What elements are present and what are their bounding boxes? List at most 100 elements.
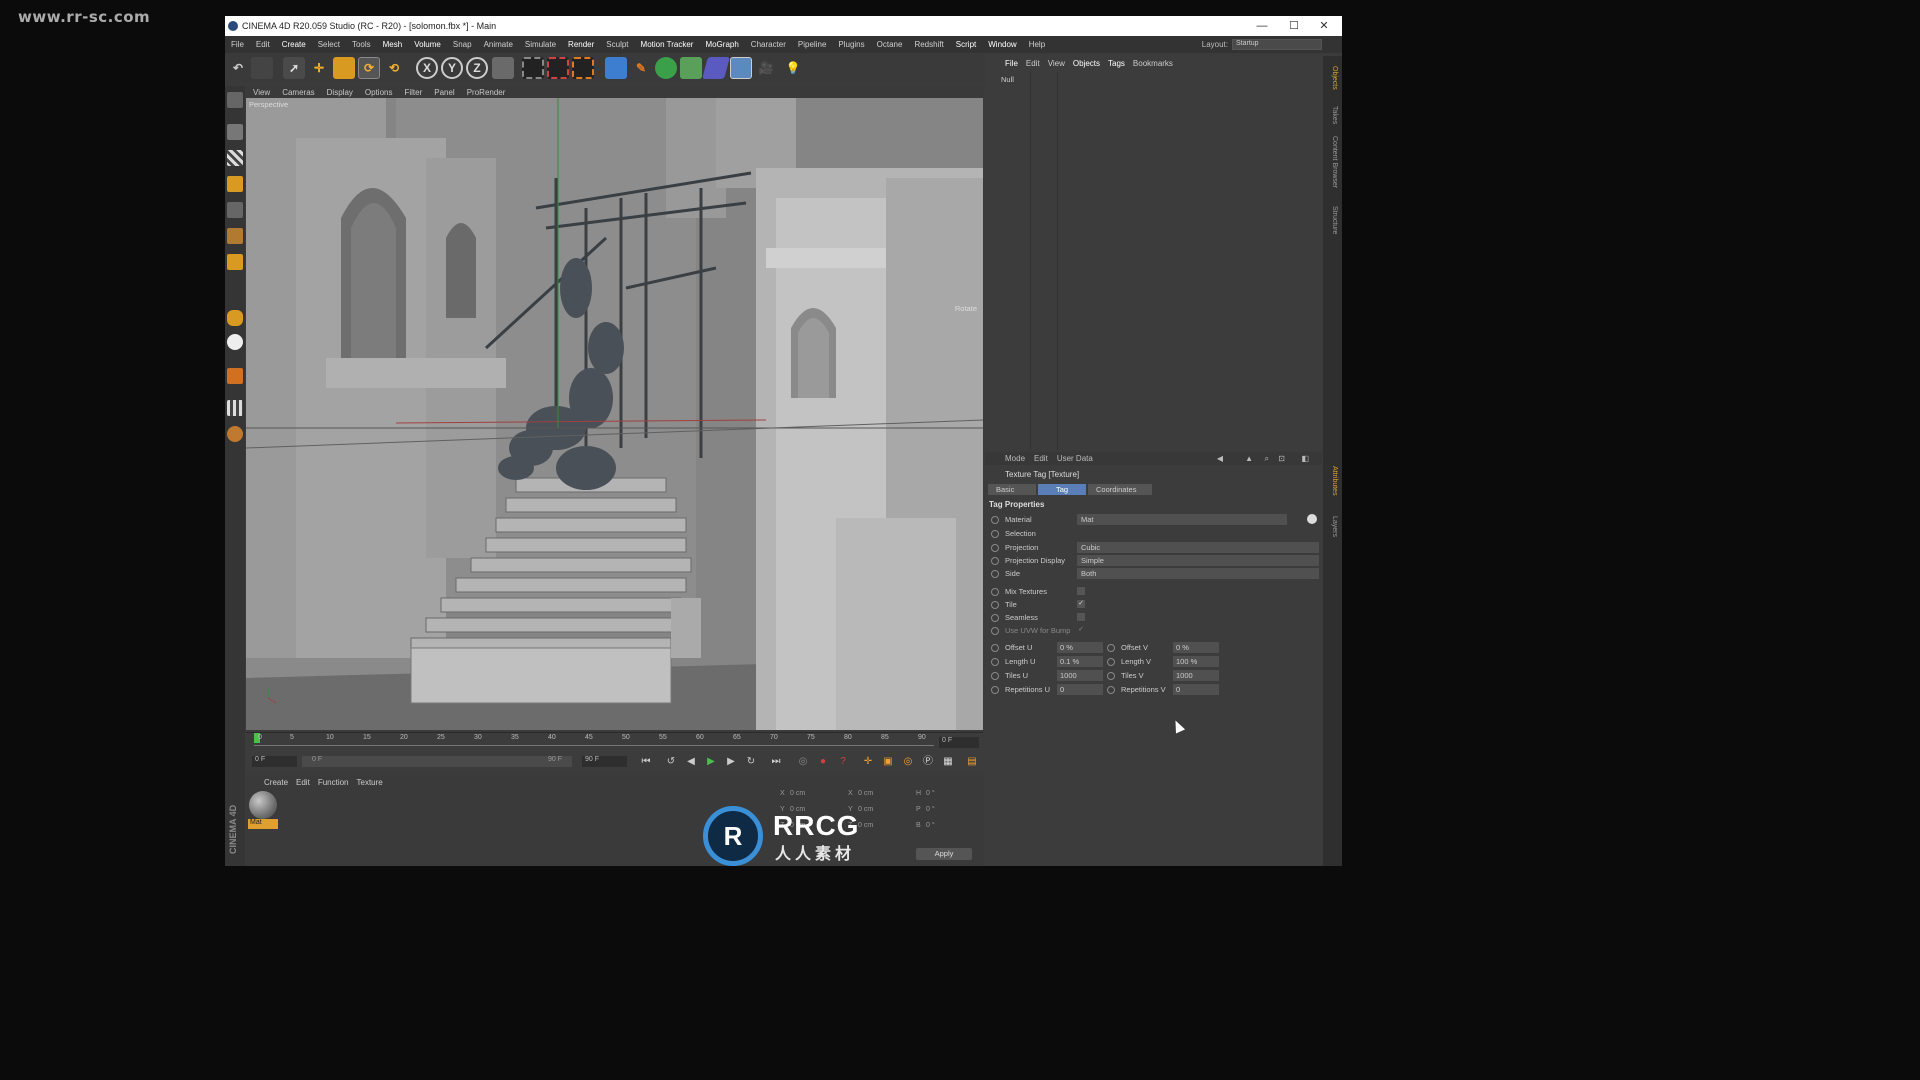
tab-attributes[interactable]: Attributes xyxy=(1326,466,1338,496)
previous-key-icon[interactable]: ↺ xyxy=(664,755,678,769)
coord-size-x[interactable]: 0 cm xyxy=(858,790,873,797)
scheme-menu-icon[interactable]: ▤ xyxy=(965,755,979,769)
camera-icon[interactable]: 🎥 xyxy=(755,57,777,79)
menu-volume[interactable]: Volume xyxy=(408,40,447,49)
move-icon[interactable]: ✛ xyxy=(308,57,330,79)
om-menu-tags[interactable]: Tags xyxy=(1108,59,1133,68)
menu-snap[interactable]: Snap xyxy=(447,40,478,49)
workplane-lock-icon[interactable] xyxy=(227,400,243,416)
attr-menu-user-data[interactable]: User Data xyxy=(1057,454,1102,463)
tab-takes[interactable]: Takes xyxy=(1326,106,1338,124)
menu-tools[interactable]: Tools xyxy=(346,40,377,49)
previous-frame-icon[interactable]: ◀ xyxy=(684,755,698,769)
om-menu-objects[interactable]: Objects xyxy=(1073,59,1108,68)
vp-menu-prorender[interactable]: ProRender xyxy=(461,88,512,97)
array-icon[interactable] xyxy=(680,57,702,79)
tab-content-browser[interactable]: Content Browser xyxy=(1326,136,1338,188)
subdivision-icon[interactable] xyxy=(655,57,677,79)
seamless-checkbox[interactable] xyxy=(1077,613,1085,621)
tab-layers[interactable]: Layers xyxy=(1326,516,1338,537)
animate-dot-icon[interactable] xyxy=(991,601,999,609)
animate-dot-icon[interactable] xyxy=(991,627,999,635)
tab-structure[interactable]: Structure xyxy=(1326,206,1338,234)
repetitions-v-field[interactable]: 0 xyxy=(1173,684,1219,695)
keyframe-selection-icon[interactable]: ? xyxy=(836,755,850,769)
current-frame-field[interactable]: 0 F xyxy=(939,737,979,748)
mm-menu-edit[interactable]: Edit xyxy=(296,778,318,787)
search-icon[interactable]: ⌕ xyxy=(1265,454,1278,464)
next-key-icon[interactable]: ↻ xyxy=(744,755,758,769)
menu-mesh[interactable]: Mesh xyxy=(377,40,409,49)
tab-tag[interactable]: Tag xyxy=(1038,484,1086,495)
vp-menu-panel[interactable]: Panel xyxy=(428,88,460,97)
coordinate-system-icon[interactable] xyxy=(492,57,514,79)
tile-checkbox[interactable]: ✓ xyxy=(1077,600,1085,608)
vp-menu-options[interactable]: Options xyxy=(359,88,399,97)
pla-key-icon[interactable]: ▦ xyxy=(941,755,955,769)
menu-character[interactable]: Character xyxy=(745,40,792,49)
animate-dot-icon[interactable] xyxy=(991,658,999,666)
polygons-mode-icon[interactable] xyxy=(227,254,243,270)
apply-button[interactable]: Apply xyxy=(916,848,972,860)
menu-motion-tracker[interactable]: Motion Tracker xyxy=(635,40,700,49)
menu-pipeline[interactable]: Pipeline xyxy=(792,40,832,49)
preview-range-slider[interactable]: 0 F 90 F xyxy=(302,756,572,767)
animate-dot-icon[interactable] xyxy=(991,530,999,538)
perspective-viewport[interactable]: Perspective Rotate xyxy=(246,98,983,730)
render-picture-viewer-icon[interactable] xyxy=(547,57,569,79)
om-menu-bookmarks[interactable]: Bookmarks xyxy=(1133,59,1181,68)
use-uvw-checkbox[interactable]: ✓ xyxy=(1077,626,1085,634)
floor-icon[interactable] xyxy=(730,57,752,79)
play-icon[interactable]: ▶ xyxy=(704,755,718,769)
coord-rot-b[interactable]: 0 ° xyxy=(926,822,935,829)
new-window-icon[interactable]: ◧ xyxy=(1301,454,1318,463)
position-key-icon[interactable]: ✛ xyxy=(861,755,875,769)
vp-menu-display[interactable]: Display xyxy=(321,88,359,97)
length-u-field[interactable]: 0.1 % xyxy=(1057,656,1103,667)
material-preview-thumbnail[interactable] xyxy=(249,791,277,819)
offset-u-field[interactable]: 0 % xyxy=(1057,642,1103,653)
animate-dot-icon[interactable] xyxy=(1107,658,1115,666)
coord-rot-p[interactable]: 0 ° xyxy=(926,806,935,813)
edges-mode-icon[interactable] xyxy=(227,228,243,244)
layout-dropdown[interactable]: Startup xyxy=(1232,39,1322,50)
tab-objects[interactable]: Objects xyxy=(1326,66,1338,90)
coord-rot-h[interactable]: 0 ° xyxy=(926,790,935,797)
coord-pos-x[interactable]: 0 cm xyxy=(790,790,805,797)
animate-dot-icon[interactable] xyxy=(1107,686,1115,694)
animate-dot-icon[interactable] xyxy=(1107,644,1115,652)
object-null-row[interactable]: Null xyxy=(1001,75,1014,84)
mix-textures-checkbox[interactable] xyxy=(1077,587,1085,595)
projection-display-dropdown[interactable]: Simple xyxy=(1077,555,1319,566)
material-link-field[interactable]: Mat xyxy=(1077,514,1287,525)
make-editable-icon[interactable] xyxy=(227,92,243,108)
minimize-button[interactable]: — xyxy=(1246,16,1278,36)
parameter-key-icon[interactable]: Ⓟ xyxy=(921,755,935,769)
projection-dropdown[interactable]: Cubic xyxy=(1077,542,1319,553)
tweak-mode-icon[interactable] xyxy=(227,368,243,384)
animate-dot-icon[interactable] xyxy=(991,557,999,565)
offset-v-field[interactable]: 0 % xyxy=(1173,642,1219,653)
length-v-field[interactable]: 100 % xyxy=(1173,656,1219,667)
om-menu-view[interactable]: View xyxy=(1048,59,1073,68)
material-clear-icon[interactable] xyxy=(1307,514,1317,524)
tiles-u-field[interactable]: 1000 xyxy=(1057,670,1103,681)
menu-octane[interactable]: Octane xyxy=(871,40,909,49)
redo-icon[interactable] xyxy=(251,57,273,79)
menu-render[interactable]: Render xyxy=(562,40,600,49)
model-mode-icon[interactable] xyxy=(227,124,243,140)
animate-dot-icon[interactable] xyxy=(991,614,999,622)
enable-axis-icon[interactable] xyxy=(227,310,243,326)
animate-dot-icon[interactable] xyxy=(991,686,999,694)
up-arrow-icon[interactable]: ▲ xyxy=(1245,454,1262,463)
next-frame-icon[interactable]: ▶ xyxy=(724,755,738,769)
pen-spline-icon[interactable]: ✎ xyxy=(630,57,652,79)
menu-script[interactable]: Script xyxy=(950,40,982,49)
mm-menu-function[interactable]: Function xyxy=(318,778,357,787)
workplane-icon[interactable] xyxy=(227,176,243,192)
select-arrow-icon[interactable]: ➚ xyxy=(283,57,305,79)
snapping-icon[interactable] xyxy=(227,334,243,350)
animate-dot-icon[interactable] xyxy=(991,672,999,680)
material-name-label[interactable]: Mat xyxy=(248,819,278,829)
menu-simulate[interactable]: Simulate xyxy=(519,40,562,49)
